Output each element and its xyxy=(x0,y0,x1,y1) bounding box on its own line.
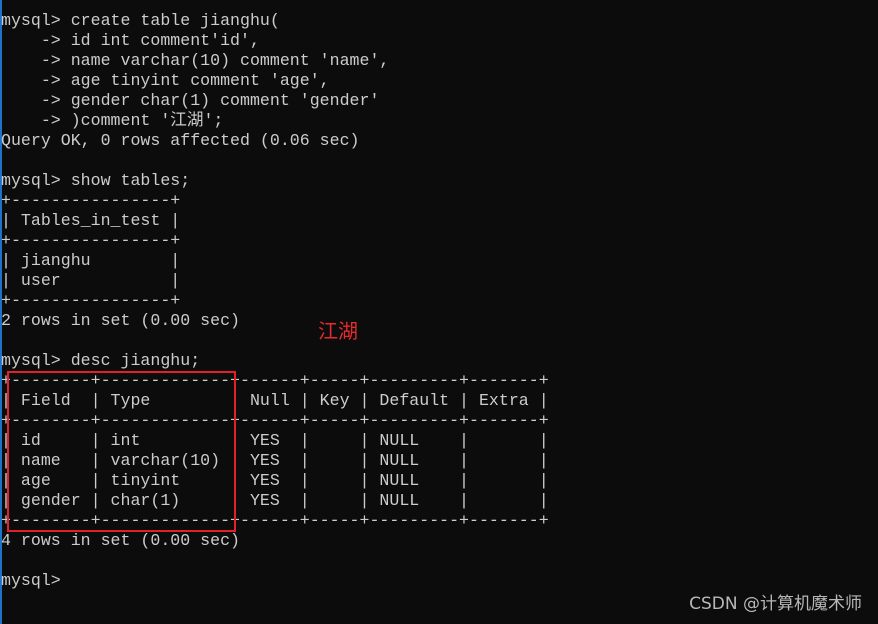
tables-header: | Tables_in_test | xyxy=(1,211,181,230)
terminal-prompt[interactable]: mysql> xyxy=(1,571,549,591)
terminal-line-name-column: -> name varchar(10) comment 'name', xyxy=(1,51,390,70)
annotation-label: 江湖 xyxy=(318,319,358,343)
watermark: CSDN @计算机魔术师 xyxy=(689,594,862,614)
tables-row-jianghu: | jianghu | xyxy=(1,251,181,270)
terminal-line-query-ok: Query OK, 0 rows affected (0.06 sec) xyxy=(1,131,360,150)
terminal-line-gender-column: -> gender char(1) comment 'gender' xyxy=(1,91,380,110)
highlight-box-field-type xyxy=(7,371,236,532)
terminal-line-create-table: mysql> create table jianghu( xyxy=(1,11,280,30)
terminal-line-table-comment: -> )comment '江湖'; xyxy=(1,111,224,130)
tables-border-mid: +----------------+ xyxy=(1,231,181,250)
terminal-line-desc: mysql> desc jianghu; xyxy=(1,351,201,370)
terminal-line-rows-in-set: 4 rows in set (0.00 sec) xyxy=(1,531,240,550)
terminal-line-id-column: -> id int comment'id', xyxy=(1,31,260,50)
tables-border-top: +----------------+ xyxy=(1,191,181,210)
tables-row-user: | user | xyxy=(1,271,181,290)
terminal-line-rows-in-set: 2 rows in set (0.00 sec) xyxy=(1,311,240,330)
tables-border-bottom: +----------------+ xyxy=(1,291,181,310)
terminal-line-age-column: -> age tinyint comment 'age', xyxy=(1,71,330,90)
terminal-line-show-tables: mysql> show tables; xyxy=(1,171,191,190)
